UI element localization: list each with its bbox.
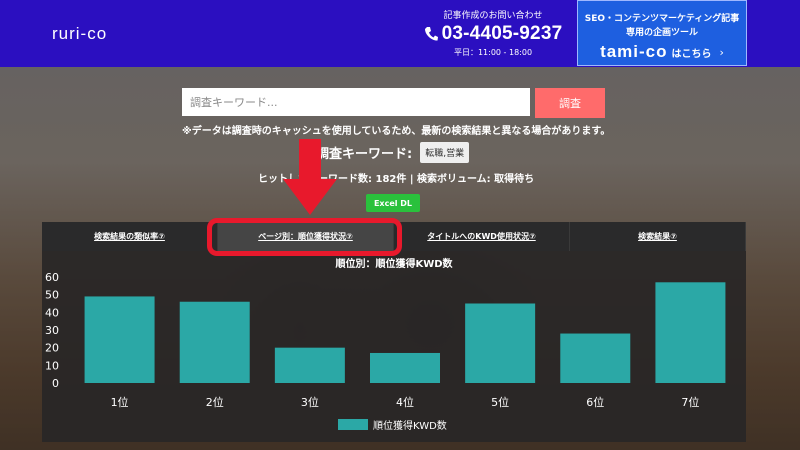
contact-label: 記事作成のお問い合わせ [443, 11, 543, 21]
bar[interactable] [274, 347, 345, 383]
phone-icon [424, 27, 438, 41]
x-tick-label: 6位 [586, 395, 604, 409]
promo-line1: SEO・コンテンツマーケティング記事 [584, 14, 740, 24]
cache-notice: ※データは調査時のキャッシュを使用しているため、最新の検索結果と異なる場合があり… [182, 126, 611, 137]
x-tick-label: 4位 [396, 395, 414, 409]
tab-search-results[interactable]: 検索結果⑦ [570, 222, 746, 251]
bar[interactable] [84, 296, 155, 383]
x-tick-label: 3位 [301, 395, 319, 409]
y-tick-label: 40 [45, 306, 59, 319]
bar[interactable] [370, 352, 440, 383]
keyword-search-input[interactable] [182, 88, 530, 116]
excel-download-button[interactable]: Excel DL [366, 194, 420, 212]
chevron-right-icon: › [719, 45, 724, 59]
business-hours: 平日：11:00 - 18:00 [453, 48, 533, 57]
x-tick-label: 1位 [111, 395, 129, 409]
legend-label: 順位獲得KWD数 [373, 419, 447, 432]
phone-row[interactable]: 03-4405-9237 [418, 23, 568, 45]
y-tick-label: 50 [45, 289, 59, 302]
promo-logo: tami-co [600, 42, 668, 61]
y-tick-label: 10 [45, 359, 59, 372]
tab-title-kwd-usage[interactable]: タイトルへのKWD使用状況⑦ [394, 222, 570, 251]
y-tick-label: 0 [52, 377, 59, 390]
y-tick-label: 60 [45, 271, 59, 284]
bar[interactable] [560, 333, 631, 383]
rank-bar-chart: 順位別：順位獲得KWD数 0 10 20 30 40 50 60 1位 2位 3位 4位 5位 6位 7… [45, 257, 726, 432]
promo-line2: 専用の企画ツール [625, 28, 698, 38]
site-header: ruri-co 記事作成のお問い合わせ 03-4405-9237 平日：11:0… [0, 0, 800, 67]
chart-title: 順位別：順位獲得KWD数 [334, 257, 453, 270]
tab-highlight-box [207, 218, 402, 256]
tab-similarity[interactable]: 検索結果の類似率⑦ [42, 222, 218, 251]
x-tick-label: 5位 [491, 395, 509, 409]
bar[interactable] [179, 301, 250, 383]
promo-row: tami-co はこちら › [578, 42, 746, 62]
red-arrow-annotation [283, 139, 337, 215]
bar[interactable] [465, 303, 536, 384]
contact-block: 記事作成のお問い合わせ 03-4405-9237 平日：11:00 - 18:0… [418, 8, 568, 58]
keyword-chip: 転職,営業 [420, 142, 470, 163]
x-tick-label: 7位 [681, 395, 699, 409]
y-axis: 0 10 20 30 40 50 60 [45, 271, 59, 390]
y-tick-label: 30 [45, 324, 59, 337]
x-axis: 1位 2位 3位 4位 5位 6位 7位 [111, 395, 700, 409]
x-tick-label: 2位 [206, 395, 224, 409]
bar-series [84, 282, 726, 384]
y-tick-label: 20 [45, 342, 59, 355]
phone-number[interactable]: 03-4405-9237 [442, 23, 563, 45]
bar[interactable] [655, 282, 726, 383]
tami-co-promo-button[interactable]: SEO・コンテンツマーケティング記事 専用の企画ツール tami-co はこちら… [577, 0, 747, 66]
search-button[interactable]: 調査 [535, 88, 605, 118]
promo-cta: はこちら [671, 48, 712, 60]
legend-swatch[interactable] [338, 419, 368, 430]
chart-legend: 順位獲得KWD数 [338, 419, 447, 432]
site-logo[interactable]: ruri-co [52, 24, 107, 44]
